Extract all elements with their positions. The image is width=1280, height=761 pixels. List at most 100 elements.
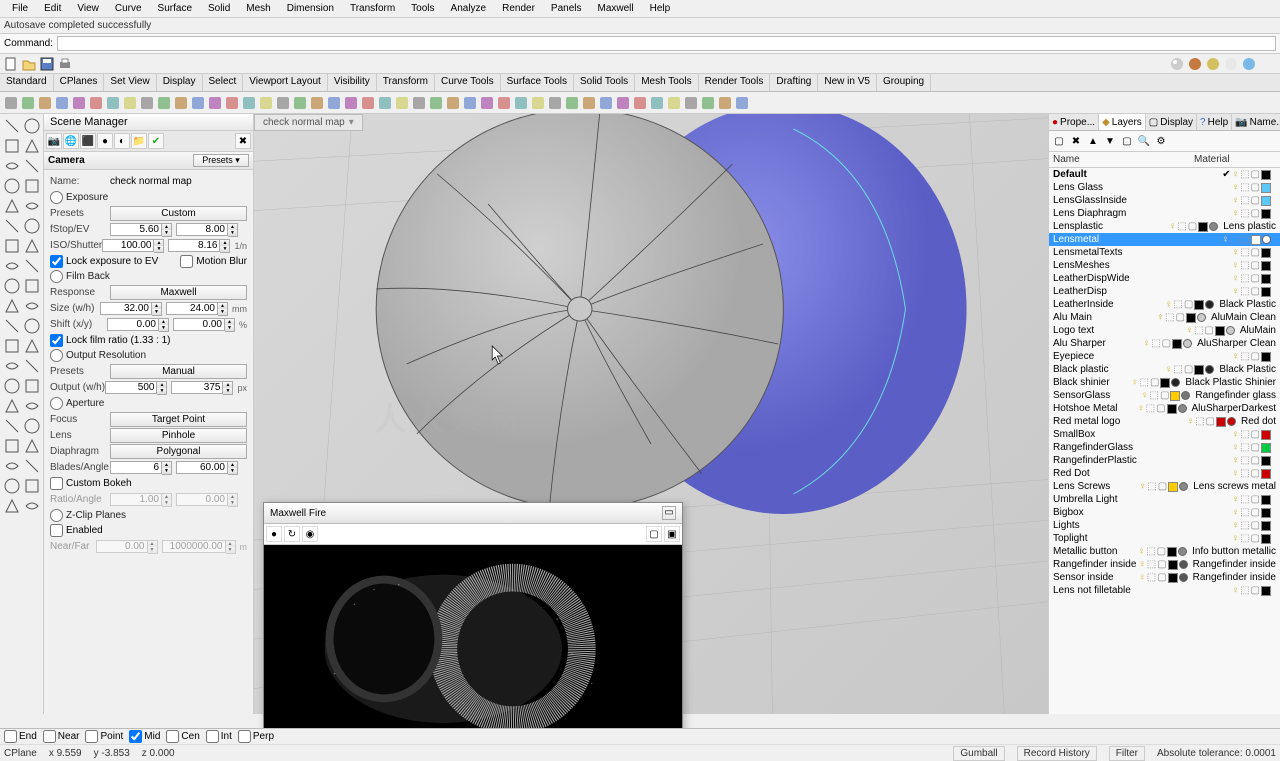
layer-row[interactable]: Rangefinder inside ♀ ⬚ ▢ Rangefinder ins… <box>1049 558 1280 571</box>
sublayer-icon[interactable]: ▢ <box>1157 572 1166 583</box>
ribbon-tool-icon[interactable] <box>427 94 444 111</box>
layer-row[interactable]: Lens Diaphragm ♀ ⬚ ▢ <box>1049 207 1280 220</box>
sublayer-icon[interactable]: ▢ <box>1204 325 1213 336</box>
tool-icon[interactable] <box>2 376 21 395</box>
menu-item[interactable]: Render <box>494 1 543 16</box>
lightbulb-icon[interactable]: ♀ <box>1232 585 1240 596</box>
layer-color-swatch[interactable] <box>1172 339 1182 349</box>
lightbulb-icon[interactable]: ♀ <box>1138 572 1146 583</box>
sublayer-icon[interactable]: ▢ <box>1184 299 1193 310</box>
lightbulb-icon[interactable]: ♀ <box>1232 247 1240 258</box>
layer-row[interactable]: Red Dot ♀ ⬚ ▢ <box>1049 467 1280 480</box>
tool-icon[interactable] <box>22 216 41 235</box>
ribbon-tool-icon[interactable] <box>597 94 614 111</box>
sublayer-icon[interactable]: ▢ <box>1160 390 1169 401</box>
layer-row[interactable]: LensmetalTexts ♀ ⬚ ▢ <box>1049 246 1280 259</box>
ribbon-tool-icon[interactable] <box>308 94 325 111</box>
ev-input[interactable] <box>176 223 228 236</box>
lock-icon[interactable]: ⬚ <box>1195 416 1204 427</box>
tool-icon[interactable] <box>22 276 41 295</box>
tool-icon[interactable] <box>2 416 21 435</box>
material-dot-icon[interactable] <box>1205 300 1214 309</box>
material-dot-icon[interactable] <box>1178 547 1187 556</box>
sublayer-icon[interactable]: ▢ <box>1251 208 1260 219</box>
tab-item[interactable]: Transform <box>377 74 435 91</box>
layer-tool-icon[interactable]: ⚙ <box>1153 133 1169 149</box>
layer-color-swatch[interactable] <box>1261 183 1271 193</box>
output-presets-btn[interactable]: Manual <box>110 364 247 379</box>
bokeh-check[interactable] <box>50 477 63 490</box>
material-sphere-icon[interactable] <box>1204 55 1221 72</box>
layer-color-swatch[interactable] <box>1167 547 1177 557</box>
tool-icon[interactable] <box>22 296 41 315</box>
ribbon-tool-icon[interactable] <box>699 94 716 111</box>
shutter-input[interactable] <box>168 239 220 252</box>
ribbon-tool-icon[interactable] <box>19 94 36 111</box>
layer-color-swatch[interactable] <box>1261 521 1271 531</box>
tool-icon[interactable]: ▢ <box>646 526 662 542</box>
command-input[interactable] <box>57 36 1276 51</box>
ribbon-tool-icon[interactable] <box>2 94 19 111</box>
new-icon[interactable] <box>2 55 19 72</box>
menu-item[interactable]: Surface <box>150 1 200 16</box>
blades-input[interactable] <box>110 461 162 474</box>
size-w-input[interactable] <box>100 302 152 315</box>
sublayer-icon[interactable]: ▢ <box>1251 247 1260 258</box>
ribbon-tool-icon[interactable] <box>104 94 121 111</box>
lightbulb-icon[interactable]: ♀ <box>1232 520 1240 531</box>
sublayer-icon[interactable]: ▢ <box>1251 429 1260 440</box>
ribbon-tool-icon[interactable] <box>631 94 648 111</box>
ribbon-tool-icon[interactable] <box>444 94 461 111</box>
layer-color-swatch[interactable] <box>1261 443 1271 453</box>
tab-layers[interactable]: ◆Layers <box>1099 114 1146 130</box>
exposure-radio[interactable] <box>50 191 63 204</box>
layer-tool-icon[interactable]: ▢ <box>1119 133 1135 149</box>
ribbon-tool-icon[interactable] <box>121 94 138 111</box>
osnap-cen[interactable]: Cen <box>166 730 199 743</box>
close-icon[interactable]: ▭ <box>662 506 676 520</box>
sublayer-icon[interactable]: ▢ <box>1156 403 1165 414</box>
tab-item[interactable]: Set View <box>104 74 156 91</box>
lightbulb-icon[interactable]: ♀ <box>1232 442 1240 453</box>
lightbulb-icon[interactable]: ♀ <box>1232 286 1240 297</box>
osnap-point[interactable]: Point <box>85 730 123 743</box>
sublayer-icon[interactable]: ▢ <box>1157 559 1166 570</box>
tool-icon[interactable] <box>22 496 41 515</box>
layer-color-swatch[interactable] <box>1261 248 1271 258</box>
tool-icon[interactable] <box>22 456 41 475</box>
osnap-check[interactable] <box>43 730 56 743</box>
lightbulb-icon[interactable]: ♀ <box>1187 416 1195 427</box>
ribbon-tool-icon[interactable] <box>563 94 580 111</box>
layer-row[interactable]: RangefinderPlastic ♀ ⬚ ▢ <box>1049 454 1280 467</box>
record-history-toggle[interactable]: Record History <box>1017 746 1097 761</box>
lock-icon[interactable]: ⬚ <box>1165 312 1174 323</box>
layer-row[interactable]: Umbrella Light ♀ ⬚ ▢ <box>1049 493 1280 506</box>
lightbulb-icon[interactable]: ♀ <box>1232 260 1240 271</box>
lightbulb-icon[interactable]: ♀ <box>1137 403 1145 414</box>
layer-row[interactable]: LeatherDisp ♀ ⬚ ▢ <box>1049 285 1280 298</box>
sublayer-icon[interactable]: ▢ <box>1251 273 1260 284</box>
out-h-input[interactable] <box>171 381 223 394</box>
osnap-check[interactable] <box>206 730 219 743</box>
ribbon-tool-icon[interactable] <box>580 94 597 111</box>
ribbon-tool-icon[interactable] <box>240 94 257 111</box>
size-h-input[interactable] <box>166 302 218 315</box>
material-dot-icon[interactable] <box>1205 365 1214 374</box>
material-dot-icon[interactable] <box>1209 222 1218 231</box>
tool-icon[interactable] <box>2 436 21 455</box>
layer-row[interactable]: Default ✔ ♀ ⬚ ▢ <box>1049 168 1280 181</box>
chevron-down-icon[interactable]: ▾ <box>349 117 354 128</box>
layer-row[interactable]: LeatherDispWide ♀ ⬚ ▢ <box>1049 272 1280 285</box>
tool-icon[interactable] <box>22 336 41 355</box>
tool-icon[interactable] <box>22 176 41 195</box>
layer-color-swatch[interactable] <box>1261 456 1271 466</box>
material-sphere-icon[interactable] <box>1168 55 1185 72</box>
lock-icon[interactable]: ⬚ <box>1240 507 1249 518</box>
layer-color-swatch[interactable] <box>1168 573 1178 583</box>
scene-tab-icon[interactable]: ◐ <box>114 133 130 149</box>
tool-icon[interactable] <box>22 116 41 135</box>
material-dot-icon[interactable] <box>1171 378 1180 387</box>
layer-color-swatch[interactable] <box>1261 508 1271 518</box>
material-dot-icon[interactable] <box>1181 391 1190 400</box>
layer-row[interactable]: Black shinier ♀ ⬚ ▢ Black Plastic Shinie… <box>1049 376 1280 389</box>
